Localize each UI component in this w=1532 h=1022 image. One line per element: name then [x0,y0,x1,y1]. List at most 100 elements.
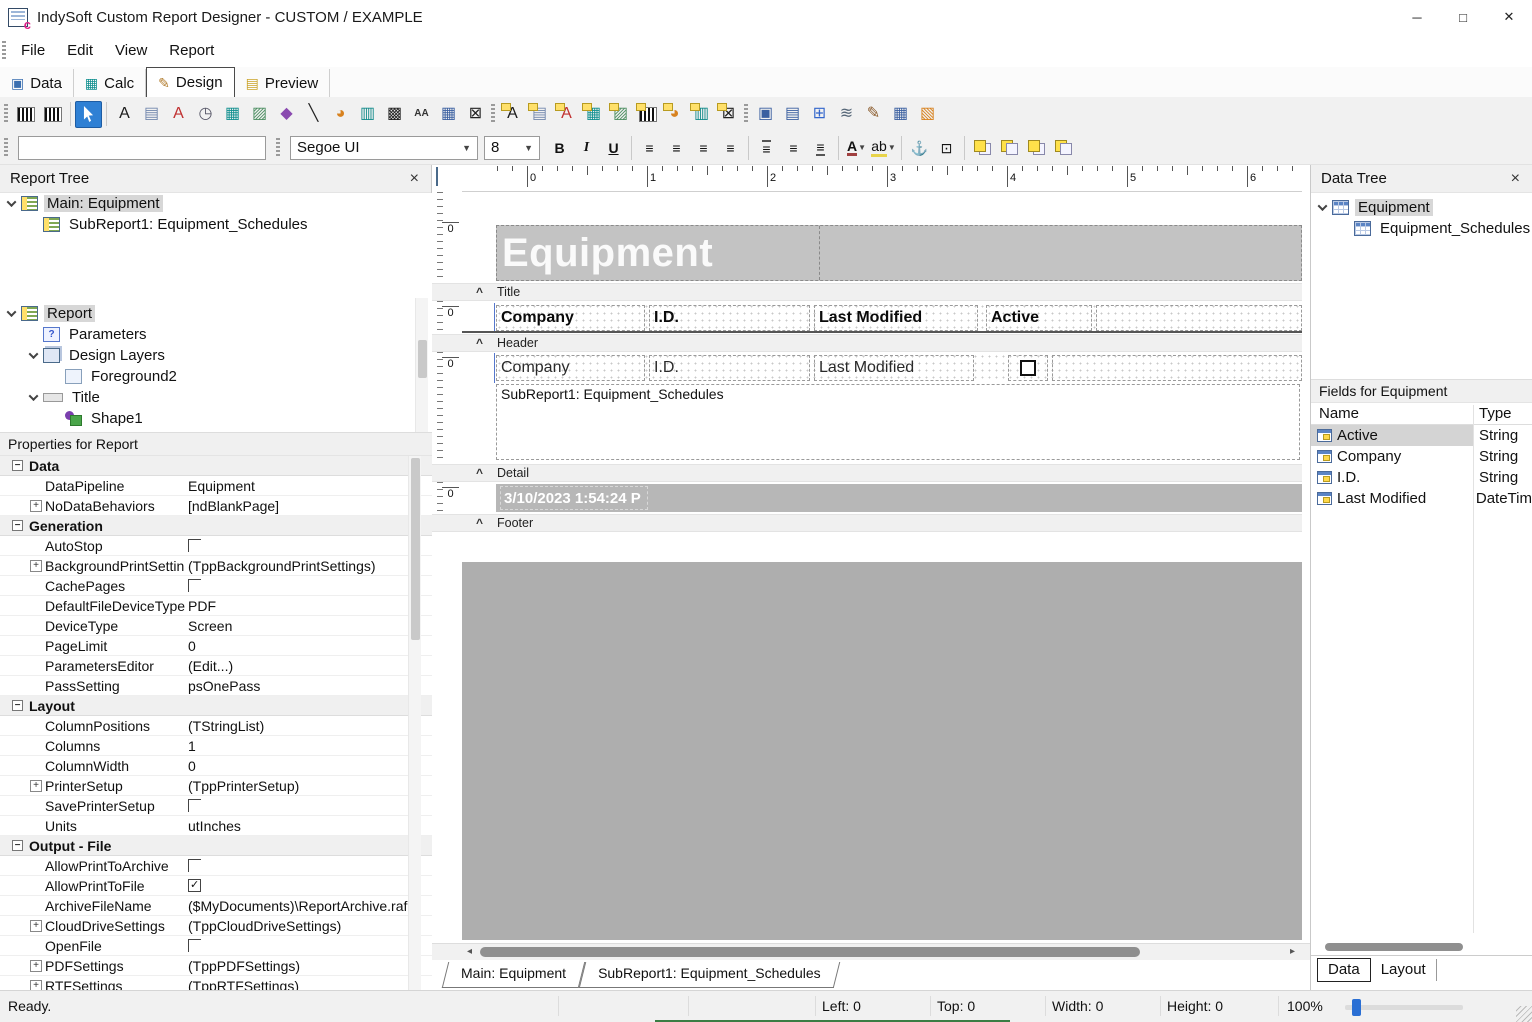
crosstab-tool-button[interactable]: ⊞ [806,101,833,128]
report-tree-scrollbar[interactable] [415,298,428,432]
valign-top-button[interactable]: ≡ [753,134,780,161]
send-to-back-button[interactable] [996,134,1023,161]
property-checkbox[interactable] [188,579,201,592]
property-value[interactable] [185,939,432,952]
expander-icon[interactable] [7,197,17,207]
map-tool-button[interactable]: ▧ [914,101,941,128]
collapse-band-icon[interactable] [476,466,483,480]
tab-preview[interactable]: ▤Preview [235,69,331,97]
scroll-left-icon[interactable]: ◂ [467,946,472,957]
expand-icon[interactable]: + [30,500,42,512]
report-tree-item-parameters[interactable]: Parameters [0,324,432,345]
expand-icon[interactable]: + [30,980,42,991]
design-surface[interactable]: Equipment Title Header SubRepor [432,192,1310,940]
property-row-clouddrivesettings[interactable]: +CloudDriveSettings(TppCloudDriveSetting… [0,916,432,936]
toolbar-grip[interactable] [491,104,495,124]
toolbar-grip[interactable] [4,138,8,158]
detail-active-checkbox-cell[interactable] [1008,355,1048,381]
pagebreak-tool-button[interactable]: ≋ [833,101,860,128]
canvas-horizontal-scrollbar[interactable]: ◂ ▸ [432,943,1310,960]
underline-button[interactable]: U [600,134,627,161]
select-arrow-button[interactable] [75,101,102,128]
menu-file[interactable]: File [10,34,56,67]
table-tool-button[interactable]: ▦ [435,101,462,128]
report-tree-item-title[interactable]: Title [0,387,432,408]
property-value[interactable]: (TppPDFSettings) [185,958,432,974]
property-value[interactable]: 0 [185,638,432,654]
checkbox-tool-button[interactable]: ⊠ [462,101,489,128]
expand-icon[interactable]: + [30,920,42,932]
expander-icon[interactable] [29,349,39,359]
rotated-text-tool-button[interactable]: AA [408,101,435,128]
toolbar-grip[interactable] [744,104,748,124]
close-icon[interactable] [1511,171,1520,187]
property-row-openfile[interactable]: OpenFile [0,936,432,956]
property-section-layout[interactable]: −Layout [0,696,432,716]
property-value[interactable]: Screen [185,618,432,634]
frame-button[interactable]: ⊡ [933,134,960,161]
property-section-output-file[interactable]: −Output - File [0,836,432,856]
expand-icon[interactable]: + [30,780,42,792]
property-checkbox[interactable] [188,799,201,812]
report-tree-item-report[interactable]: Report [0,303,432,324]
property-row-defaultfiledevicetype[interactable]: DefaultFileDeviceTypePDF [0,596,432,616]
systemvariable-tool-button[interactable]: ◷ [192,101,219,128]
title-band-label[interactable]: Equipment [497,226,1301,280]
header-label-i-d[interactable]: I.D. [649,305,810,331]
minimize-button[interactable]: ─ [1394,0,1440,34]
collapse-icon[interactable]: − [12,840,23,851]
chevron-down-icon[interactable]: ▼ [888,143,896,152]
collapse-icon[interactable]: − [12,700,23,711]
property-value[interactable]: 1 [185,738,432,754]
property-value[interactable]: ($MyDocuments)\ReportArchive.raf [185,898,432,914]
property-row-printersetup[interactable]: +PrinterSetup(TppPrinterSetup) [0,776,432,796]
zoom-slider-thumb[interactable] [1352,999,1361,1016]
font-name-combobox[interactable]: Segoe UI ▼ [290,136,478,160]
property-row-pdfsettings[interactable]: +PDFSettings(TppPDFSettings) [0,956,432,976]
label-tool-button[interactable]: A [111,101,138,128]
subreport-label[interactable]: SubReport1: Equipment_Schedules [501,386,724,402]
property-checkbox[interactable] [188,859,201,872]
expander-icon[interactable] [7,307,17,317]
detail-field-last-modified[interactable]: Last Modified [814,355,974,381]
close-button[interactable]: ✕ [1486,0,1532,34]
property-row-units[interactable]: UnitsutInches [0,816,432,836]
subreport-tool-button[interactable]: ▤ [779,101,806,128]
zoom-slider[interactable] [1345,1005,1463,1010]
property-row-nodatabehaviors[interactable]: +NoDataBehaviors[ndBlankPage] [0,496,432,516]
menu-view[interactable]: View [104,34,158,67]
field-row-active[interactable]: ActiveString [1311,425,1532,446]
property-row-datapipeline[interactable]: DataPipelineEquipment [0,476,432,496]
line-tool-button[interactable]: ╲ [300,101,327,128]
property-checkbox[interactable] [188,879,201,892]
toolbar-grip[interactable] [2,41,6,61]
tab-data[interactable]: ▣Data [0,69,74,97]
bring-forward-button[interactable] [1023,134,1050,161]
toolbar-grip[interactable] [276,138,280,158]
column-header-type[interactable]: Type [1473,405,1512,422]
collapse-icon[interactable]: − [12,460,23,471]
property-row-parameterseditor[interactable]: ParametersEditor(Edit...) [0,656,432,676]
detail-empty-cell[interactable] [1052,355,1302,381]
dbteechart-tool-button[interactable]: ▥ [688,101,715,128]
property-value[interactable] [185,579,432,592]
italic-button[interactable]: I [573,134,600,161]
report-tree-item-subreport1-equipment-schedules[interactable]: SubReport1: Equipment_Schedules [0,214,432,235]
dbtext-tool-button[interactable]: A [499,101,526,128]
field-row-company[interactable]: CompanyString [1311,446,1532,467]
anchor-button[interactable]: ⚓ [906,134,933,161]
collapse-band-icon[interactable] [476,336,483,350]
close-icon[interactable] [410,171,419,187]
dbcheckbox-tool-button[interactable]: ⊠ [715,101,742,128]
property-value[interactable]: Equipment [185,478,432,494]
property-value[interactable]: (TppPrinterSetup) [185,778,432,794]
band-separator-footer[interactable]: Footer [432,514,1302,532]
valign-bottom-button[interactable]: ≡ [807,134,834,161]
toolbar-grip[interactable] [4,104,8,124]
field-row-i-d[interactable]: I.D.String [1311,467,1532,488]
property-row-saveprintersetup[interactable]: SavePrinterSetup [0,796,432,816]
property-section-generation[interactable]: −Generation [0,516,432,536]
menu-edit[interactable]: Edit [56,34,104,67]
send-backward-button[interactable] [1050,134,1077,161]
property-row-pagelimit[interactable]: PageLimit0 [0,636,432,656]
